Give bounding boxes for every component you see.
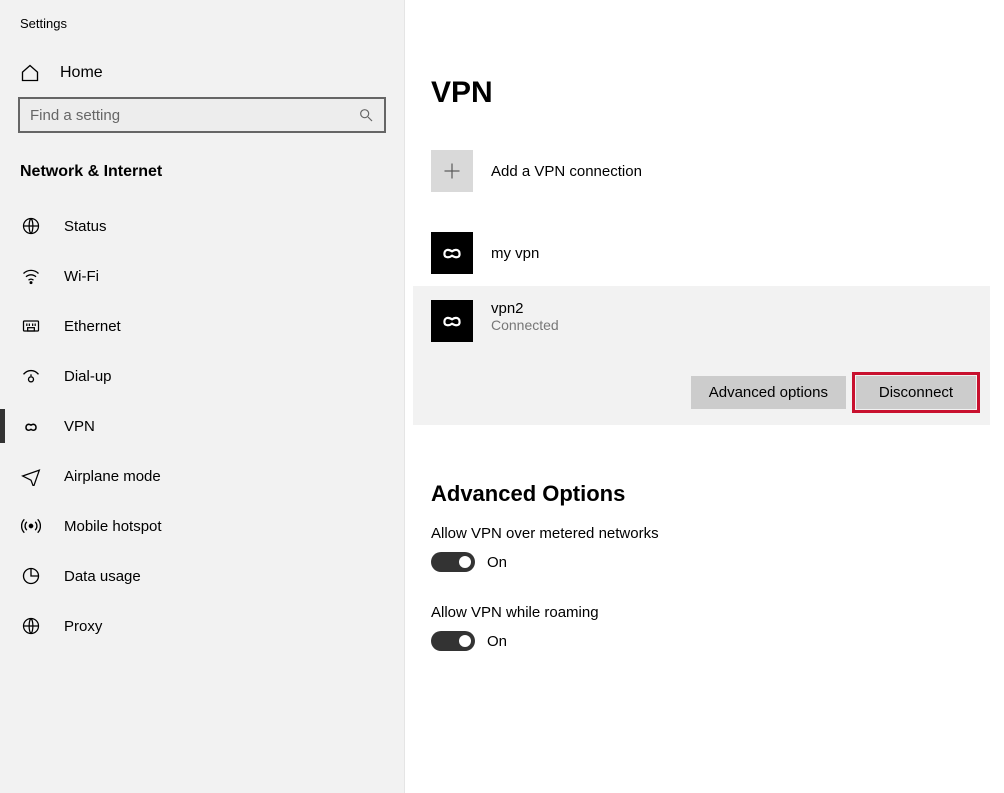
- page-title: VPN: [431, 76, 990, 110]
- vpn-connection-name: vpn2: [491, 300, 559, 317]
- vpn-connection-item[interactable]: my vpn: [431, 220, 990, 286]
- nav-item-label: Mobile hotspot: [64, 518, 162, 535]
- toggle-state: On: [487, 633, 507, 650]
- airplane-icon: [20, 465, 42, 487]
- search-box[interactable]: [18, 97, 386, 133]
- nav-item-vpn[interactable]: VPN: [0, 401, 404, 451]
- vpn-connection-name: my vpn: [491, 245, 539, 262]
- dialup-icon: [20, 365, 42, 387]
- vpn-action-buttons: Advanced options Disconnect: [431, 376, 976, 409]
- nav-item-label: Ethernet: [64, 318, 121, 335]
- plus-icon: [431, 150, 473, 192]
- status-icon: [20, 215, 42, 237]
- nav-item-airplane-mode[interactable]: Airplane mode: [0, 451, 404, 501]
- vpn-connection-selected[interactable]: vpn2Connected Advanced options Disconnect: [413, 286, 990, 425]
- vpn-icon: [20, 415, 42, 437]
- app-title: Settings: [0, 8, 404, 49]
- search-input[interactable]: [30, 107, 358, 124]
- toggle-switch[interactable]: [431, 552, 475, 572]
- nav-item-label: Dial-up: [64, 368, 112, 385]
- nav-item-label: Status: [64, 218, 107, 235]
- vpn-connection-status: Connected: [491, 317, 559, 333]
- nav-item-mobile-hotspot[interactable]: Mobile hotspot: [0, 501, 404, 551]
- data-usage-icon: [20, 565, 42, 587]
- vpn-icon: [431, 232, 473, 274]
- advanced-options-button[interactable]: Advanced options: [691, 376, 846, 409]
- add-vpn-button[interactable]: Add a VPN connection: [431, 144, 990, 220]
- nav-item-label: Data usage: [64, 568, 141, 585]
- search-icon: [358, 107, 374, 123]
- toggle-state: On: [487, 554, 507, 571]
- add-vpn-label: Add a VPN connection: [491, 163, 642, 180]
- home-icon: [20, 63, 40, 83]
- toggle-row: Allow VPN while roaming On: [431, 604, 990, 651]
- disconnect-button[interactable]: Disconnect: [856, 376, 976, 409]
- nav-item-ethernet[interactable]: Ethernet: [0, 301, 404, 351]
- sidebar: Settings Home Network & Internet Status …: [0, 0, 405, 793]
- vpn-icon: [431, 300, 473, 342]
- nav-item-label: Proxy: [64, 618, 102, 635]
- nav-item-data-usage[interactable]: Data usage: [0, 551, 404, 601]
- category-heading: Network & Internet: [0, 141, 404, 201]
- toggle-switch[interactable]: [431, 631, 475, 651]
- nav-item-dial-up[interactable]: Dial-up: [0, 351, 404, 401]
- nav-item-label: Airplane mode: [64, 468, 161, 485]
- toggle-label: Allow VPN while roaming: [431, 604, 990, 621]
- advanced-options-heading: Advanced Options: [431, 481, 990, 507]
- home-button[interactable]: Home: [0, 49, 404, 97]
- hotspot-icon: [20, 515, 42, 537]
- home-label: Home: [60, 64, 103, 82]
- main-pane: VPN Add a VPN connection my vpn vpn2Conn…: [405, 0, 1004, 793]
- toggle-label: Allow VPN over metered networks: [431, 525, 990, 542]
- nav-item-proxy[interactable]: Proxy: [0, 601, 404, 651]
- nav-item-label: VPN: [64, 418, 95, 435]
- proxy-icon: [20, 615, 42, 637]
- vpn-list: Add a VPN connection my vpn vpn2Connecte…: [431, 144, 990, 435]
- ethernet-icon: [20, 315, 42, 337]
- nav-item-label: Wi-Fi: [64, 268, 99, 285]
- toggle-row: Allow VPN over metered networks On: [431, 525, 990, 572]
- nav-item-status[interactable]: Status: [0, 201, 404, 251]
- nav-list: Status Wi-Fi Ethernet Dial-up VPN Airpla…: [0, 201, 404, 651]
- nav-item-wi-fi[interactable]: Wi-Fi: [0, 251, 404, 301]
- wifi-icon: [20, 265, 42, 287]
